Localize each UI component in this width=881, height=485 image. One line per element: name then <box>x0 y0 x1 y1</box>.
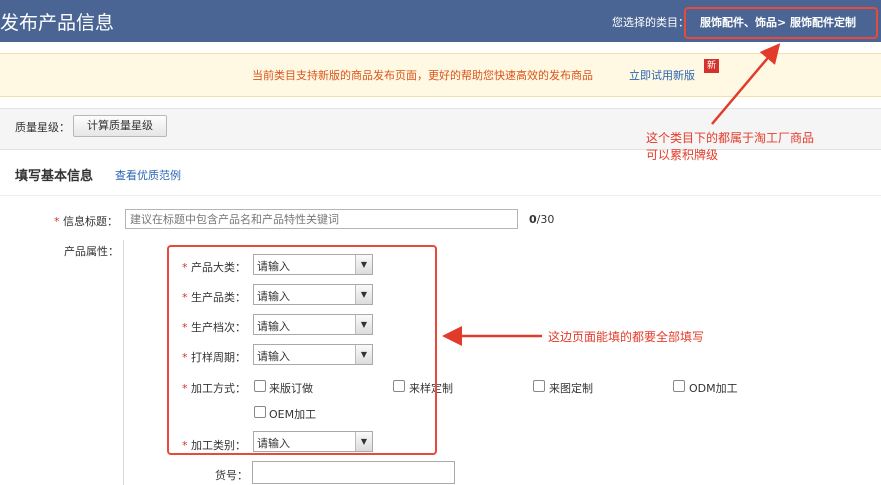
arrow-to-category <box>711 43 781 125</box>
annotation-arrows <box>442 43 781 346</box>
